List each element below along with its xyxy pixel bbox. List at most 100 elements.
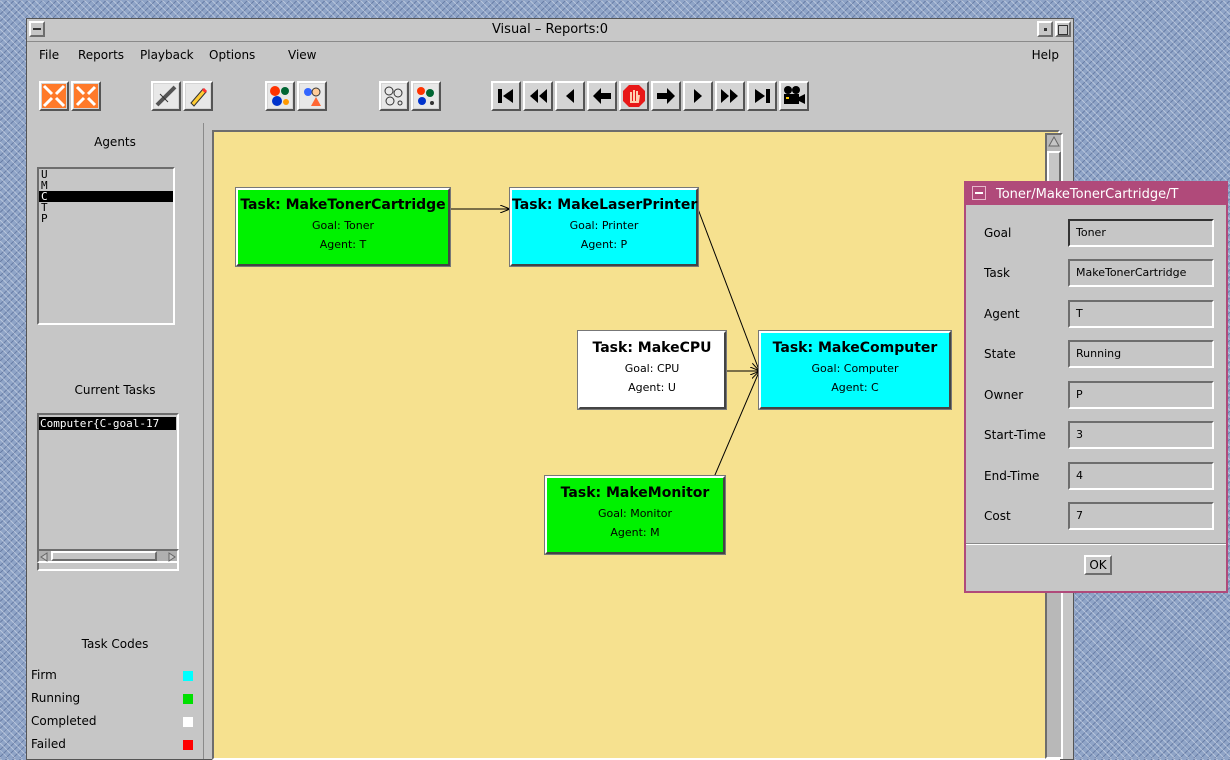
owner-field[interactable]: P: [1068, 381, 1214, 409]
task-code-label: Completed: [31, 714, 97, 728]
agent-detail-button[interactable]: [297, 81, 327, 111]
scroll-left-arrow[interactable]: [39, 551, 49, 562]
task-field[interactable]: MakeTonerCartridge: [1068, 259, 1214, 287]
node-goal: Goal: Monitor: [597, 507, 673, 520]
node-goal: Goal: Computer: [811, 362, 899, 375]
task-node-make-monitor[interactable]: Task: MakeMonitor Goal: Monitor Agent: M: [544, 475, 726, 555]
stop-icon: [623, 85, 645, 107]
owner-label: Owner: [984, 388, 1024, 402]
task-node-make-toner-cartridge[interactable]: Task: MakeTonerCartridge Goal: Toner Age…: [235, 187, 451, 267]
menu-bar: File Reports Playback Options View Help: [27, 42, 1073, 68]
cost-label: Cost: [984, 509, 1011, 523]
menu-playback[interactable]: Playback: [140, 48, 194, 62]
agent-item-c[interactable]: C: [39, 191, 173, 202]
cost-field[interactable]: 7: [1068, 502, 1214, 530]
task-label: Task: [984, 266, 1010, 280]
last-frame-button[interactable]: [747, 81, 777, 111]
agent-item-p[interactable]: P: [39, 213, 173, 224]
node-goal: Goal: Toner: [311, 219, 375, 232]
task-node-make-computer[interactable]: Task: MakeComputer Goal: Computer Agent:…: [758, 330, 952, 410]
scroll-right-arrow[interactable]: [167, 551, 177, 562]
start-time-field[interactable]: 3: [1068, 421, 1214, 449]
fast-forward-icon: [721, 89, 738, 103]
task-code-firm: Firm: [31, 668, 197, 682]
dialog-title-bar[interactable]: Toner/MakeTonerCartridge/T: [966, 183, 1226, 205]
node-agent: Agent: P: [580, 238, 628, 251]
step-back-icon: [566, 89, 574, 103]
menu-help[interactable]: Help: [1032, 48, 1059, 62]
maximize-button[interactable]: [1055, 21, 1071, 37]
step-forward-icon: [694, 89, 702, 103]
tasks-horizontal-scrollbar[interactable]: [37, 549, 179, 563]
agent-label: Agent: [984, 307, 1020, 321]
rewind-button[interactable]: [523, 81, 553, 111]
expand-icon: [74, 84, 98, 108]
collapse-icon: [42, 84, 66, 108]
forward-button[interactable]: [651, 81, 681, 111]
scroll-thumb[interactable]: [51, 551, 157, 561]
current-tasks-list[interactable]: Computer{C-goal-17: [37, 413, 179, 571]
task-code-failed: Failed: [31, 737, 197, 751]
minimize-button[interactable]: [1037, 21, 1053, 37]
menu-options[interactable]: Options: [209, 48, 255, 62]
node-title: Task: MakeTonerCartridge: [240, 197, 446, 213]
title-bar[interactable]: Visual – Reports:0: [27, 19, 1073, 42]
agent-item-m[interactable]: M: [39, 180, 173, 191]
task-graph-canvas[interactable]: Task: MakeTonerCartridge Goal: Toner Age…: [212, 130, 1060, 760]
maximize-icon: [1058, 25, 1068, 35]
stop-button[interactable]: [619, 81, 649, 111]
edit-button[interactable]: [183, 81, 213, 111]
window-title: Visual – Reports:0: [491, 22, 609, 37]
arrow-up-icon: [1048, 135, 1060, 147]
current-tasks-heading: Current Tasks: [74, 383, 156, 397]
state-label: State: [984, 347, 1016, 361]
empty-nodes-button[interactable]: [379, 81, 409, 111]
agent-item-t[interactable]: T: [39, 202, 173, 213]
collapse-button[interactable]: [39, 81, 69, 111]
state-field[interactable]: Running: [1068, 340, 1214, 368]
completed-color-swatch: [183, 717, 193, 727]
agent-field[interactable]: T: [1068, 300, 1214, 328]
ok-button[interactable]: OK: [1084, 555, 1112, 575]
record-button[interactable]: [779, 81, 809, 111]
node-title: Task: MakeLaserPrinter: [512, 197, 698, 213]
back-icon: [593, 88, 611, 104]
arrow-left-icon: [40, 552, 48, 562]
measure-button[interactable]: [151, 81, 181, 111]
node-agent: Agent: C: [831, 381, 879, 394]
minimize-icon: [1043, 28, 1047, 31]
main-window: Visual – Reports:0 File Reports Playback…: [26, 18, 1074, 760]
first-icon: [498, 89, 513, 103]
menu-file[interactable]: File: [39, 48, 59, 62]
task-code-label: Failed: [31, 737, 66, 751]
task-node-make-cpu[interactable]: Task: MakeCPU Goal: CPU Agent: U: [577, 330, 727, 410]
filled-circles-icon: [414, 84, 438, 108]
agents-list[interactable]: U M C T P: [37, 167, 175, 325]
scroll-up-arrow[interactable]: [1047, 135, 1061, 149]
step-back-button[interactable]: [555, 81, 585, 111]
filled-nodes-button[interactable]: [411, 81, 441, 111]
node-agent: Agent: T: [319, 238, 367, 251]
agents-heading: Agents: [94, 135, 136, 149]
last-icon: [755, 89, 770, 103]
ruler-icon: [154, 84, 178, 108]
task-detail-dialog: Toner/MakeTonerCartridge/T Goal Toner Ta…: [964, 181, 1228, 593]
current-task-item[interactable]: Computer{C-goal-17: [39, 417, 176, 430]
menu-view[interactable]: View: [288, 48, 316, 62]
expand-button[interactable]: [71, 81, 101, 111]
node-agent: Agent: U: [628, 381, 676, 394]
task-code-completed: Completed: [31, 714, 197, 728]
end-time-field[interactable]: 4: [1068, 462, 1214, 490]
goal-field[interactable]: Toner: [1068, 219, 1214, 247]
agent-item-u[interactable]: U: [39, 169, 173, 180]
menu-reports[interactable]: Reports: [78, 48, 124, 62]
dialog-menu-icon: [975, 192, 983, 194]
arrow-right-icon: [168, 552, 176, 562]
back-button[interactable]: [587, 81, 617, 111]
step-forward-button[interactable]: [683, 81, 713, 111]
first-frame-button[interactable]: [491, 81, 521, 111]
task-node-make-laser-printer[interactable]: Task: MakeLaserPrinter Goal: Printer Age…: [509, 187, 699, 267]
agents-button[interactable]: [265, 81, 295, 111]
dialog-menu-button[interactable]: [972, 186, 986, 200]
fast-forward-button[interactable]: [715, 81, 745, 111]
